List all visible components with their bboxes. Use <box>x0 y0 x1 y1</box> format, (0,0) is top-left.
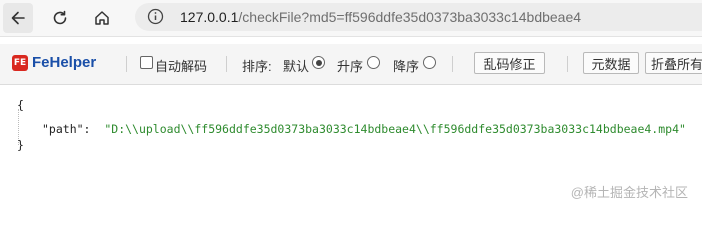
home-button[interactable] <box>87 3 117 33</box>
sort-desc-label[interactable]: 降序 <box>393 56 419 75</box>
reload-button[interactable] <box>45 3 75 33</box>
url-path: /checkFile?md5=ff596ddfe35d0373ba3033c14… <box>238 9 582 25</box>
json-colon: : <box>83 122 91 136</box>
back-button[interactable] <box>3 3 33 33</box>
sort-desc-radio[interactable] <box>423 56 436 69</box>
sort-default-radio[interactable] <box>312 56 325 69</box>
collapse-all-button[interactable]: 折叠所有 <box>645 52 702 74</box>
url-text[interactable]: 127.0.0.1/checkFile?md5=ff596ddfe35d0373… <box>180 9 581 25</box>
sort-label: 排序: <box>242 59 272 74</box>
metadata-button[interactable]: 元数据 <box>583 52 639 74</box>
reload-icon <box>53 10 67 25</box>
url-host: 127.0.0.1 <box>180 9 239 25</box>
json-string-value: "D:\\upload\\ff596ddfe35d0373ba3033c14bd… <box>104 122 686 136</box>
divider <box>452 56 453 72</box>
fehelper-toolbar: FE FeHelper 自动解码 排序: 默认 升序 降序 乱码修正 元数据 折… <box>0 44 702 85</box>
address-bar[interactable]: 127.0.0.1/checkFile?md5=ff596ddfe35d0373… <box>135 3 702 31</box>
sort-asc-radio[interactable] <box>367 56 380 69</box>
json-key: "path" <box>42 122 84 136</box>
sort-asc-label[interactable]: 升序 <box>337 56 363 75</box>
fix-garbled-button[interactable]: 乱码修正 <box>474 52 545 74</box>
auto-decode-label[interactable]: 自动解码 <box>155 56 207 75</box>
json-viewer: { "path": "D:\\upload\\ff596ddfe35d0373b… <box>0 92 702 162</box>
auto-decode-checkbox[interactable] <box>140 56 153 69</box>
arrow-left-icon <box>11 11 25 25</box>
info-icon[interactable] <box>147 8 164 25</box>
browser-toolbar: 127.0.0.1/checkFile?md5=ff596ddfe35d0373… <box>0 0 702 37</box>
sort-default-label[interactable]: 默认 <box>283 56 309 75</box>
divider <box>226 56 227 72</box>
json-close-brace: } <box>17 138 24 152</box>
divider <box>126 56 127 72</box>
json-entry-path: "path": "D:\\upload\\ff596ddfe35d0373ba3… <box>42 122 686 136</box>
fehelper-title[interactable]: FeHelper <box>32 54 96 71</box>
divider <box>567 56 568 72</box>
watermark: @稀土掘金技术社区 <box>570 185 688 200</box>
fehelper-logo-icon: FE <box>12 55 28 71</box>
home-icon <box>95 11 109 25</box>
